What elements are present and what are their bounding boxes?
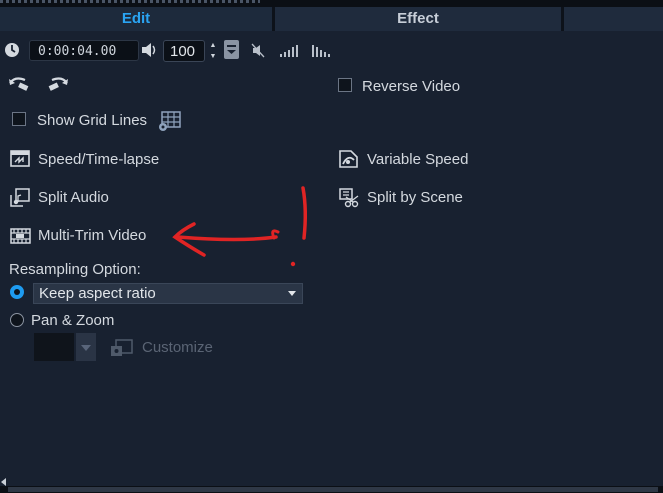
split-audio-icon[interactable] <box>10 188 30 207</box>
reverse-video-checkbox[interactable] <box>338 78 352 92</box>
show-grid-lines-label: Show Grid Lines <box>37 112 148 129</box>
pan-zoom-radio[interactable] <box>10 313 24 327</box>
resampling-select[interactable]: Keep aspect ratio <box>33 283 303 304</box>
tab-effect[interactable]: Effect <box>275 7 561 31</box>
grid-settings-icon[interactable] <box>158 110 182 132</box>
rotate-left-icon[interactable] <box>7 75 31 91</box>
volume-stepper[interactable]: ▲ ▼ <box>206 40 220 62</box>
multi-trim-video-icon[interactable] <box>10 227 31 245</box>
fade-in-icon[interactable] <box>279 44 299 58</box>
mute-icon[interactable] <box>251 43 265 58</box>
chevron-down-icon <box>227 45 236 54</box>
tab-bar: Edit Effect <box>0 7 663 31</box>
speed-timelapse-label[interactable]: Speed/Time-lapse <box>38 151 159 168</box>
fade-out-icon[interactable] <box>311 44 331 58</box>
split-by-scene-icon[interactable] <box>339 188 360 208</box>
scrollbar-thumb[interactable] <box>8 487 658 492</box>
speed-timelapse-icon[interactable] <box>10 150 30 167</box>
customize-label: Customize <box>142 339 213 356</box>
split-by-scene-label[interactable]: Split by Scene <box>367 189 463 206</box>
stepper-up-icon[interactable]: ▲ <box>206 40 220 51</box>
show-grid-lines-checkbox[interactable] <box>12 112 26 126</box>
stepper-down-icon[interactable]: ▼ <box>206 51 220 62</box>
grip-dots <box>0 0 260 3</box>
variable-speed-icon[interactable] <box>339 150 358 168</box>
keep-aspect-ratio-radio[interactable] <box>10 285 24 299</box>
horizontal-scrollbar[interactable] <box>0 486 663 493</box>
variable-speed-label[interactable]: Variable Speed <box>367 151 468 168</box>
resampling-select-value: Keep aspect ratio <box>39 285 156 302</box>
split-audio-label[interactable]: Split Audio <box>38 189 109 206</box>
clock-icon <box>5 43 19 57</box>
window-top-strip <box>0 0 663 7</box>
volume-dropdown-button[interactable] <box>224 40 239 59</box>
tab-edit[interactable]: Edit <box>0 7 272 31</box>
duration-timecode[interactable]: 0:00:04.00 <box>29 40 139 61</box>
reverse-video-label: Reverse Video <box>362 78 461 95</box>
tab-bar-filler <box>564 7 663 31</box>
dropdown-arrow-icon <box>288 291 296 296</box>
multi-trim-video-label[interactable]: Multi-Trim Video <box>38 227 146 244</box>
pan-zoom-preset-dropdown <box>76 333 96 361</box>
volume-icon[interactable] <box>141 42 158 58</box>
resampling-option-heading: Resampling Option: <box>9 261 141 278</box>
pan-zoom-label: Pan & Zoom <box>31 312 115 329</box>
volume-input[interactable]: 100 <box>163 40 205 62</box>
customize-icon <box>111 339 133 356</box>
pan-zoom-preset-box <box>34 333 74 361</box>
red-arrow-annotation <box>172 186 308 267</box>
scroll-left-arrow-icon[interactable] <box>1 478 6 486</box>
rotate-right-icon[interactable] <box>46 75 70 91</box>
